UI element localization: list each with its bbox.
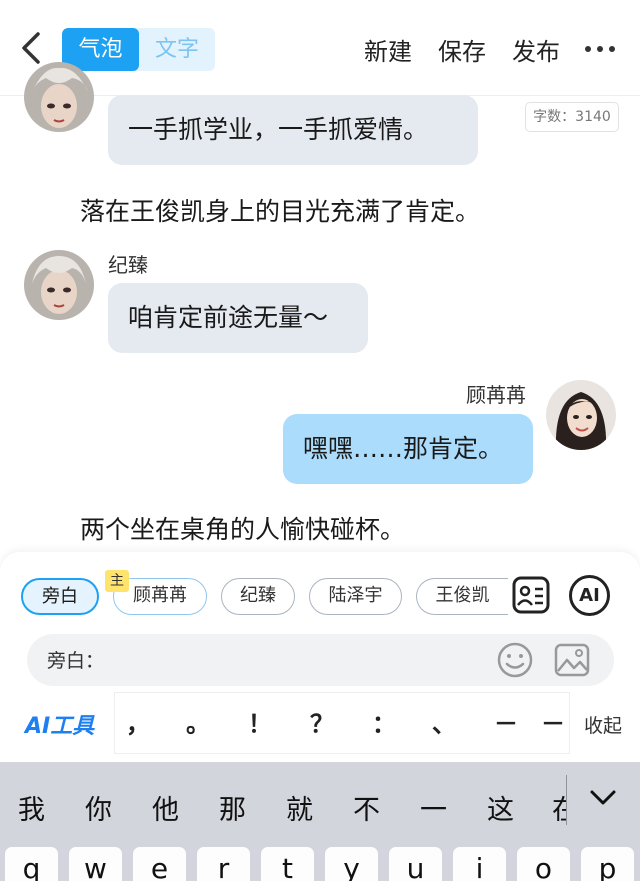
key-o[interactable]: o [517, 847, 570, 881]
role-chip-wangjunkai[interactable]: 王俊凯 [416, 578, 508, 615]
key-t[interactable]: t [261, 847, 314, 881]
save-button[interactable]: 保存 [438, 32, 486, 67]
candidate-word[interactable]: 不 [353, 788, 380, 827]
main-role-badge: 主 [105, 570, 129, 592]
key-y[interactable]: y [325, 847, 378, 881]
key-e[interactable]: e [133, 847, 186, 881]
key-u[interactable]: u [389, 847, 442, 881]
key-q[interactable]: q [5, 847, 58, 881]
emoji-icon[interactable] [495, 640, 535, 680]
punctuation-key[interactable]: ， [118, 704, 158, 739]
avatar-guranran[interactable] [546, 380, 616, 450]
image-icon[interactable] [552, 640, 592, 680]
ai-button[interactable]: AI [569, 575, 610, 616]
role-chip-jizhen[interactable]: 纪臻 [221, 578, 295, 615]
publish-button[interactable]: 发布 [512, 32, 560, 67]
role-chip-narrator[interactable]: 旁白 [21, 578, 99, 615]
candidate-word[interactable]: 在 [552, 788, 566, 827]
chat-bubble[interactable]: 咱肯定前途无量～ [108, 283, 368, 353]
chat-bubble[interactable]: 一手抓学业，一手抓爱情。 [108, 95, 478, 165]
chat-bubble-self[interactable]: 嘿嘿……那肯定。 [283, 414, 533, 484]
speaker-name: 顾苒苒 [466, 383, 526, 407]
candidate-divider [566, 775, 567, 825]
punctuation-key[interactable]: 、 [424, 704, 464, 739]
avatar-jizhen[interactable] [24, 62, 94, 132]
new-button[interactable]: 新建 [364, 32, 412, 67]
punctuation-key[interactable]: － [538, 704, 568, 739]
key-w[interactable]: w [69, 847, 122, 881]
key-p[interactable]: p [581, 847, 634, 881]
dialogue-input[interactable]: 旁白： [27, 634, 614, 686]
chevron-down-icon[interactable] [588, 786, 618, 810]
contact-card-icon[interactable] [511, 575, 551, 615]
punctuation-key[interactable]: 。 [178, 704, 218, 739]
more-icon[interactable] [585, 46, 615, 54]
punctuation-key[interactable]: ！ [240, 704, 280, 739]
candidate-word[interactable]: 一 [420, 788, 447, 827]
key-i[interactable]: i [453, 847, 506, 881]
key-r[interactable]: r [197, 847, 250, 881]
word-count-badge: 字数：3140 [525, 102, 619, 132]
speaker-name: 纪臻 [108, 253, 148, 277]
candidate-word[interactable]: 你 [85, 788, 112, 827]
collapse-button[interactable]: 收起 [584, 711, 622, 738]
narration-text[interactable]: 落在王俊凯身上的目光充满了肯定。 [80, 192, 480, 228]
mode-switch: 气泡 文字 [62, 28, 215, 71]
candidate-word[interactable]: 就 [286, 788, 313, 827]
candidate-word[interactable]: 这 [487, 788, 514, 827]
top-bar: 气泡 文字 新建 保存 发布 [0, 0, 640, 96]
candidate-word[interactable]: 那 [219, 788, 246, 827]
ai-tools-button[interactable]: AI工具 [25, 708, 94, 740]
input-role-label: 旁白： [47, 650, 105, 672]
punctuation-key[interactable]: ： [364, 704, 404, 739]
role-chip-luzeyu[interactable]: 陆泽宇 [309, 578, 402, 615]
narration-text[interactable]: 两个坐在桌角的人愉快碰杯。 [80, 510, 405, 546]
candidate-word[interactable]: 我 [18, 788, 45, 827]
back-arrow-icon[interactable] [18, 28, 48, 68]
candidate-word[interactable]: 他 [152, 788, 179, 827]
punctuation-key[interactable]: ？ [302, 704, 342, 739]
tab-text-mode[interactable]: 文字 [139, 28, 215, 71]
punctuation-key[interactable]: － [486, 704, 526, 739]
avatar-jizhen[interactable] [24, 250, 94, 320]
